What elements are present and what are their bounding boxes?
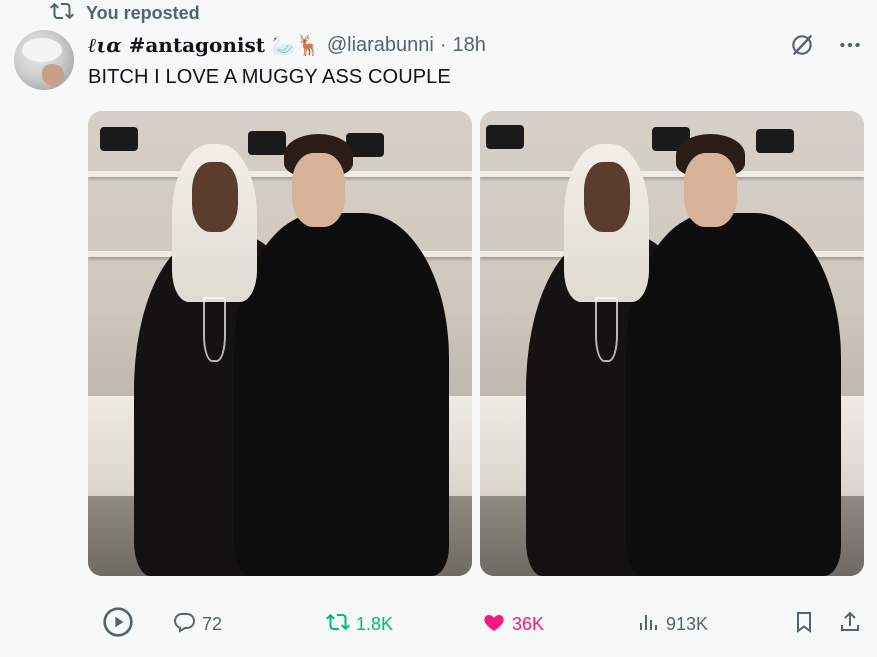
repost-icon	[50, 0, 74, 28]
photo-1[interactable]	[88, 111, 472, 576]
timestamp[interactable]: 18h	[453, 34, 486, 57]
views-icon	[636, 610, 660, 639]
repost-button[interactable]: 1.8K	[326, 605, 393, 643]
reply-button[interactable]: 72	[172, 605, 222, 643]
reply-count: 72	[202, 613, 223, 634]
photo-2[interactable]	[480, 111, 864, 576]
play-icon	[102, 606, 134, 643]
heart-icon	[482, 610, 506, 639]
name-emojis: 🦢🦌	[271, 34, 321, 57]
repost-icon	[326, 610, 350, 639]
more-icon[interactable]	[837, 32, 863, 63]
like-count: 36K	[512, 613, 545, 634]
tweet-top-actions	[789, 32, 863, 63]
media-grid	[88, 111, 864, 576]
avatar[interactable]	[14, 30, 74, 90]
display-name[interactable]: ℓια #antagonist	[88, 33, 265, 58]
bookmark-icon	[792, 610, 816, 639]
repost-count: 1.8K	[356, 613, 394, 634]
bookmark-button[interactable]	[792, 605, 816, 643]
views-count: 913K	[666, 613, 709, 634]
play-button[interactable]	[102, 605, 134, 643]
grok-icon[interactable]	[789, 32, 815, 63]
separator-dot: ·	[439, 33, 447, 56]
tweet-header: ℓια #antagonist 🦢🦌 @liarabunni · 18h	[88, 32, 486, 58]
reply-icon	[172, 610, 196, 639]
views-button[interactable]: 913K	[636, 605, 708, 643]
user-handle[interactable]: @liarabunni	[327, 34, 434, 57]
like-button[interactable]: 36K	[482, 605, 544, 643]
share-icon	[838, 610, 862, 639]
repost-context[interactable]: You reposted	[50, 2, 200, 24]
tweet-actions: 72 1.8K 36K 913K	[100, 605, 865, 643]
share-button[interactable]	[838, 605, 862, 643]
repost-label: You reposted	[86, 2, 200, 23]
tweet-text: BITCH I LOVE A MUGGY ASS COUPLE	[88, 66, 451, 88]
